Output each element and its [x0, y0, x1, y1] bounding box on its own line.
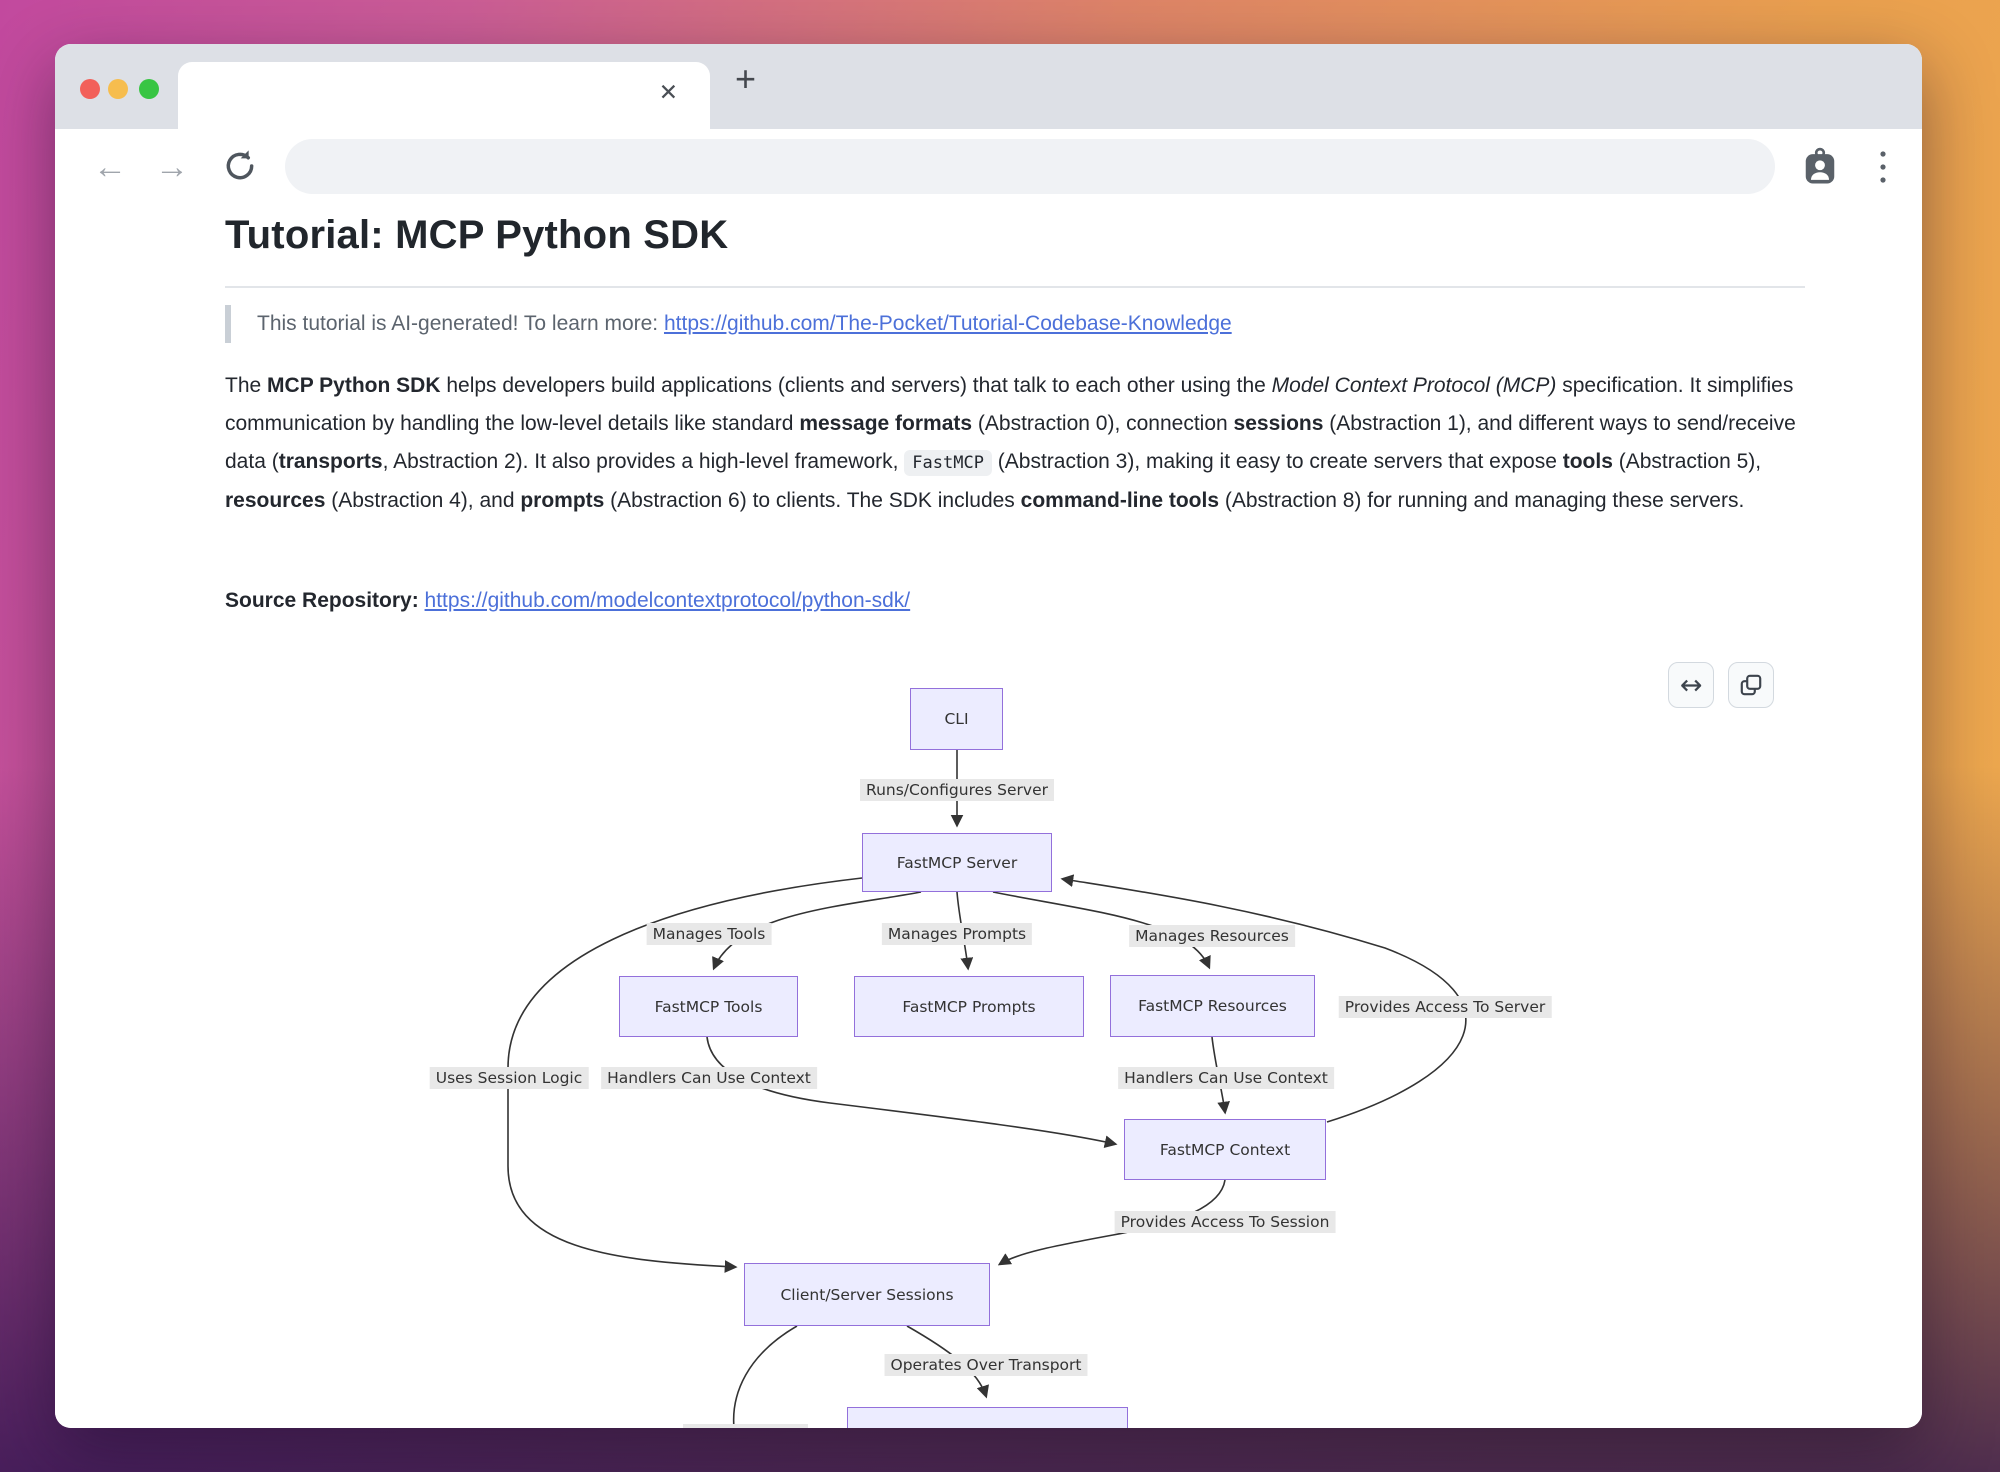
- edge-label-handlers-can-use-context-left: Handlers Can Use Context: [601, 1067, 817, 1089]
- blockquote-note: This tutorial is AI-generated! To learn …: [225, 305, 1785, 343]
- reload-icon[interactable]: [218, 146, 262, 197]
- edge-label-manages-resources: Manages Resources: [1129, 925, 1295, 947]
- browser-toolbar: ← →: [55, 129, 1922, 205]
- edge-label-provides-access-to-session: Provides Access To Session: [1115, 1211, 1336, 1233]
- architecture-diagram: CLI FastMCP Server FastMCP Tools FastMCP…: [55, 650, 1922, 1428]
- expand-diagram-button[interactable]: ↔: [1668, 662, 1714, 708]
- node-client-server-sessions: Client/Server Sessions: [744, 1263, 990, 1326]
- desktop-background: ✕ + ← →: [0, 0, 2000, 1472]
- node-fastmcp-server: FastMCP Server: [862, 833, 1052, 892]
- source-repository-line: Source Repository: https://github.com/mo…: [225, 589, 910, 613]
- node-fastmcp-resources: FastMCP Resources: [1110, 975, 1315, 1037]
- browser-window: ✕ + ← →: [55, 44, 1922, 1428]
- forward-arrow-icon[interactable]: →: [150, 145, 194, 189]
- edge-label-cutoff: [683, 1424, 808, 1428]
- node-fastmcp-prompts: FastMCP Prompts: [854, 976, 1084, 1037]
- note-link[interactable]: https://github.com/The-Pocket/Tutorial-C…: [664, 312, 1232, 335]
- edge-label-provides-access-to-server: Provides Access To Server: [1339, 996, 1552, 1018]
- node-fastmcp-tools: FastMCP Tools: [619, 976, 798, 1037]
- address-bar-input[interactable]: [285, 139, 1775, 194]
- browser-tab[interactable]: ✕: [178, 62, 710, 129]
- source-label: Source Repository:: [225, 589, 425, 612]
- tab-close-icon[interactable]: ✕: [659, 79, 678, 106]
- node-fastmcp-context: FastMCP Context: [1124, 1119, 1326, 1180]
- page-content: Tutorial: MCP Python SDK This tutorial i…: [55, 205, 1922, 1428]
- edge-label-uses-session-logic: Uses Session Logic: [430, 1067, 589, 1089]
- profile-icon[interactable]: [1801, 147, 1839, 192]
- edge-label-runs-configures-server: Runs/Configures Server: [860, 779, 1054, 801]
- node-cli: CLI: [910, 688, 1003, 750]
- back-arrow-icon[interactable]: ←: [88, 145, 132, 189]
- new-tab-button[interactable]: +: [735, 58, 756, 100]
- intro-paragraph: The MCP Python SDK helps developers buil…: [225, 367, 1809, 520]
- expand-icon: ↔: [1680, 670, 1703, 701]
- tab-strip: ✕ +: [55, 44, 1922, 129]
- page-title: Tutorial: MCP Python SDK: [225, 213, 1805, 288]
- close-window-button[interactable]: [80, 79, 100, 99]
- minimize-window-button[interactable]: [108, 79, 128, 99]
- three-dot-menu-icon[interactable]: [1871, 144, 1895, 195]
- maximize-window-button[interactable]: [139, 79, 159, 99]
- node-transport: [847, 1407, 1128, 1428]
- edge-label-manages-tools: Manages Tools: [647, 923, 772, 945]
- edge-label-operates-over-transport: Operates Over Transport: [884, 1354, 1087, 1376]
- copy-diagram-button[interactable]: [1728, 662, 1774, 708]
- source-link[interactable]: https://github.com/modelcontextprotocol/…: [425, 589, 911, 612]
- note-text: This tutorial is AI-generated! To learn …: [257, 312, 664, 335]
- copy-icon: [1738, 672, 1764, 698]
- edge-label-handlers-can-use-context-right: Handlers Can Use Context: [1118, 1067, 1334, 1089]
- edge-label-manages-prompts: Manages Prompts: [882, 923, 1032, 945]
